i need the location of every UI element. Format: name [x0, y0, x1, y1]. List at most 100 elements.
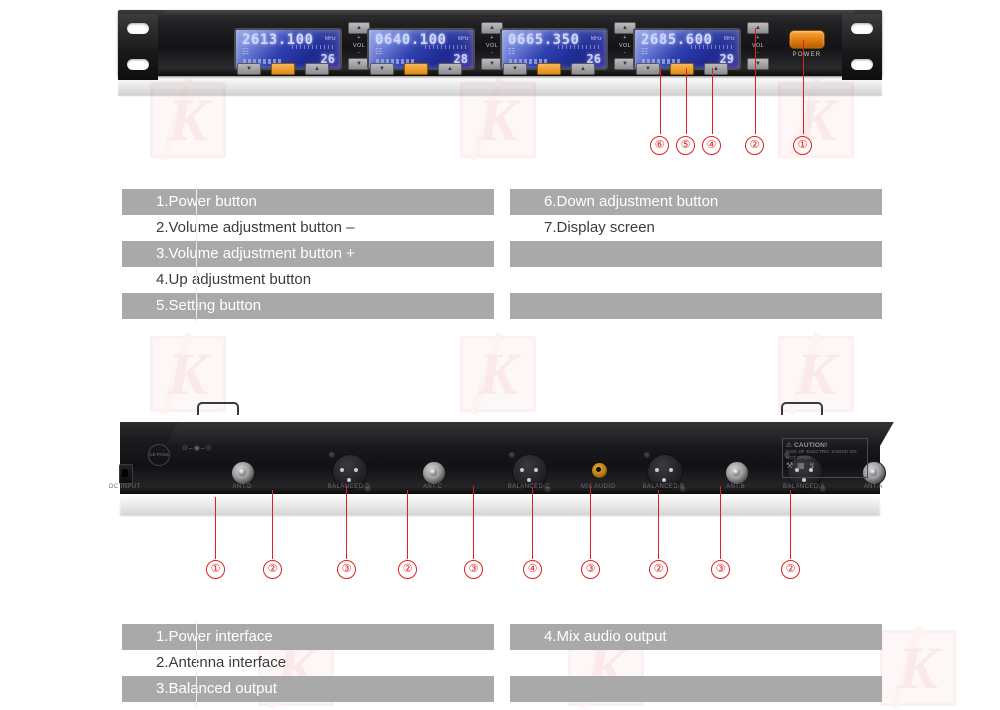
caution-symbol-icon: ↯: [808, 461, 816, 471]
front-panel-photo: 2613.100 MHz ☷ 26 ▼ ▲ ▲ + VOL - ▼ 0640.100 MHz ☷ 28 ▼ ▲ ▲…: [118, 6, 882, 96]
lcd-unit: MHz: [324, 36, 336, 42]
dc-power-jack: [118, 464, 133, 484]
up-adjustment-button[interactable]: ▲: [305, 63, 329, 75]
rear-callout-marker: ②: [649, 560, 668, 579]
microphone-icon: ☷: [242, 47, 250, 56]
front-callout-marker: ⑥: [650, 136, 669, 155]
legend-row: 1.Power button: [122, 189, 494, 215]
rack-slot: [851, 23, 873, 34]
rear-callout-marker: ③: [464, 560, 483, 579]
button-row: ▼ ▲: [370, 63, 462, 75]
rear-callout-marker: ③: [711, 560, 730, 579]
callout-leader-line: [790, 490, 791, 559]
down-adjustment-button[interactable]: ▼: [370, 63, 394, 75]
legend-row-empty: [510, 650, 882, 676]
rear-callout-marker: ③: [581, 560, 600, 579]
front-legend-table: 1.Power button 2.Volume adjustment button…: [122, 189, 882, 319]
rear-callout-marker: ②: [781, 560, 800, 579]
up-adjustment-button[interactable]: ▲: [571, 63, 595, 75]
microphone-icon: ☷: [641, 47, 649, 56]
lcd-unit: MHz: [457, 36, 469, 42]
ce-pass-stamp: CE PASS: [148, 444, 170, 466]
legend-divider: [196, 620, 197, 708]
up-adjustment-button[interactable]: ▲: [438, 63, 462, 75]
callout-leader-line: [712, 68, 713, 134]
bnc-connector: [724, 461, 749, 485]
power-button[interactable]: [789, 30, 825, 49]
legend-row: 2.Antenna interface: [156, 654, 287, 671]
callout-leader-line: [215, 497, 216, 559]
volume-plus-label: +: [357, 34, 361, 41]
power-interface: [118, 464, 133, 484]
mix-audio-jack: [591, 462, 609, 479]
caution-label: ⚠ CAUTION! RISK OF ELECTRIC SHOCK DO NOT…: [782, 438, 868, 478]
rear-callout-marker: ②: [398, 560, 417, 579]
legend-row: 3.Volume adjustment button +: [122, 241, 494, 267]
legend-row: 2.Volume adjustment button –: [156, 219, 355, 236]
callout-leader-line: [755, 28, 756, 134]
volume-label: VOL: [751, 42, 765, 49]
volume-up-button[interactable]: ▲: [747, 22, 769, 34]
legend-row: 5.Setting button: [122, 293, 494, 319]
rear-legend-right-column: 4.Mix audio output: [510, 624, 882, 702]
volume-plus-label: +: [490, 34, 494, 41]
caution-symbol-icon: ⚒: [786, 461, 794, 471]
jack-label: ANT.C: [422, 484, 443, 490]
lcd-scale: [292, 45, 334, 49]
callout-leader-line: [590, 486, 591, 559]
callout-leader-line: [660, 68, 661, 134]
legend-row-empty: [510, 676, 882, 702]
callout-leader-line: [720, 486, 721, 559]
callout-leader-line: [532, 488, 533, 559]
callout-leader-line: [272, 490, 273, 559]
rear-callout-marker: ①: [206, 560, 225, 579]
lcd-scale: [558, 45, 600, 49]
down-adjustment-button[interactable]: ▼: [636, 63, 660, 75]
rack-ear-left: [118, 14, 158, 80]
down-adjustment-button[interactable]: ▼: [503, 63, 527, 75]
power-button-group: POWER: [784, 30, 830, 58]
rear-handle-right: [781, 402, 823, 415]
rear-legend-left-column: 1.Power interface 2.Antenna interface 3.Ba…: [122, 624, 494, 702]
rack-ear-right: [842, 14, 882, 80]
rear-chassis: CE PASS ⊙–◉–⊙ DC INPUT ANT.D BALANCED.D ANT…: [109, 422, 894, 494]
jack-label: ANT.B: [726, 484, 746, 490]
rack-slot: [127, 23, 149, 34]
setting-button[interactable]: [404, 63, 428, 75]
down-adjustment-button[interactable]: ▼: [237, 63, 261, 75]
front-callout-marker: ④: [702, 136, 721, 155]
up-adjustment-button[interactable]: ▲: [704, 63, 728, 75]
legend-row: 7.Display screen: [544, 219, 655, 236]
legend-row: 3.Balanced output: [122, 676, 494, 702]
front-chassis: 2613.100 MHz ☷ 26 ▼ ▲ ▲ + VOL - ▼ 0640.100 MHz ☷ 28 ▼ ▲ ▲…: [118, 10, 882, 80]
volume-label: VOL: [618, 42, 632, 49]
rear-callout-marker: ④: [523, 560, 542, 579]
legend-row: 6.Down adjustment button: [510, 189, 882, 215]
legend-row: 4.Mix audio output: [510, 624, 882, 650]
caution-body: RISK OF ELECTRIC SHOCK DO NOT OPEN: [786, 449, 857, 460]
callout-leader-line: [473, 486, 474, 559]
legend-row-empty: [510, 241, 882, 267]
callout-leader-line: [346, 486, 347, 559]
product-diagram-page: KKKKKKKKK 2613.100 MHz ☷ 26 ▼ ▲ ▲ + VOL - ▼ 0640.10…: [0, 0, 1000, 710]
volume-down-button[interactable]: ▼: [747, 58, 769, 70]
setting-button[interactable]: [271, 63, 295, 75]
volume-plus-label: +: [756, 34, 760, 41]
bnc-connector: [231, 461, 256, 485]
setting-button[interactable]: [537, 63, 561, 75]
setting-button[interactable]: [670, 63, 694, 75]
jack-label: BALANCED.B: [642, 484, 685, 490]
jack-label: ANT.D: [232, 484, 252, 490]
legend-row-empty: [510, 293, 882, 319]
volume-minus-label: -: [490, 50, 494, 57]
volume-minus-label: -: [623, 50, 627, 57]
legend-row: 1.Power interface: [122, 624, 494, 650]
button-row: ▼ ▲: [503, 63, 595, 75]
volume-control-column: ▲ + VOL - ▼: [745, 22, 771, 70]
rear-legend-table: 1.Power interface 2.Antenna interface 3.Ba…: [122, 624, 882, 702]
microphone-icon: ☷: [508, 47, 516, 56]
jack-label: BALANCED.A: [782, 484, 825, 490]
callout-leader-line: [658, 490, 659, 559]
volume-label: VOL: [352, 42, 366, 49]
volume-plus-label: +: [623, 34, 627, 41]
